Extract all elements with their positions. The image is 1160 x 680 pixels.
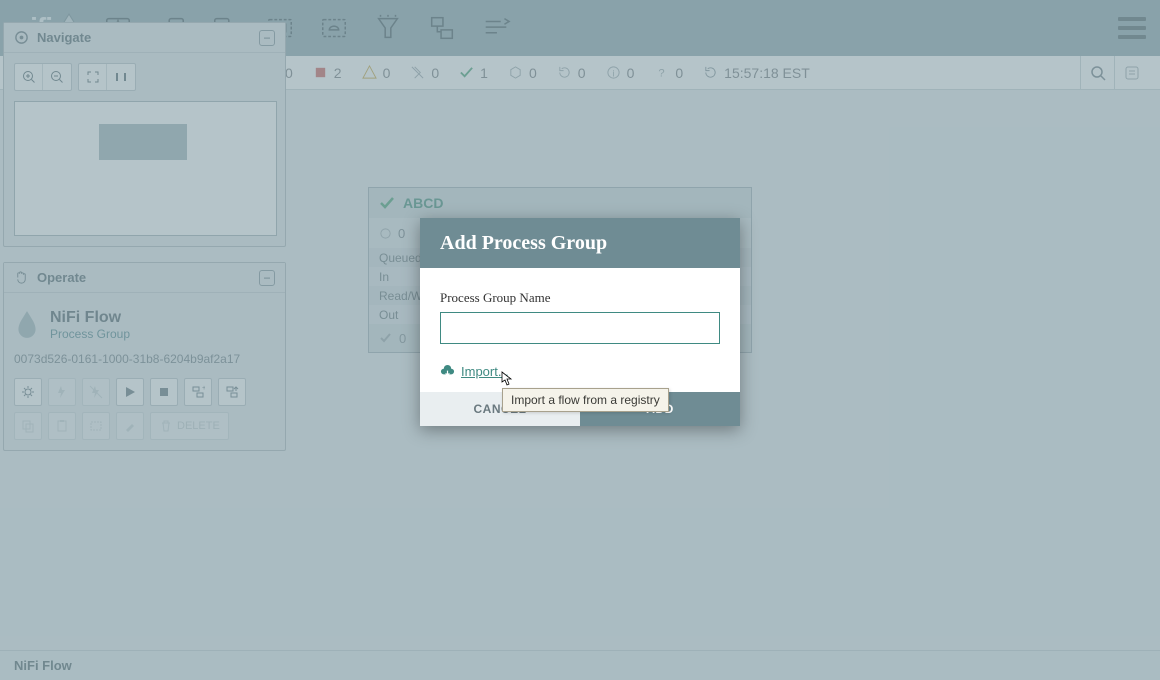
field-label: Process Group Name [440, 290, 720, 306]
process-group-name-input[interactable] [440, 312, 720, 344]
dialog-title: Add Process Group [420, 218, 740, 268]
import-link-label: Import... [461, 364, 509, 379]
import-link[interactable]: Import... [440, 364, 509, 379]
import-tooltip: Import a flow from a registry [502, 388, 669, 412]
cloud-download-icon [440, 364, 455, 379]
